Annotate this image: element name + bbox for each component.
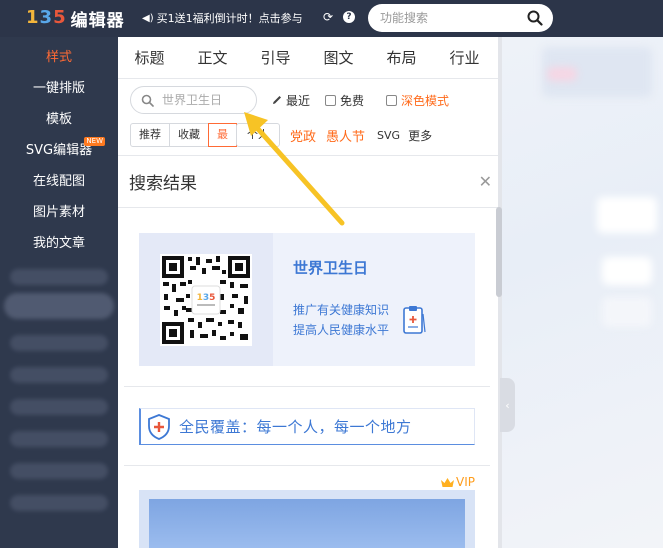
pen-icon [273, 96, 281, 104]
blurred-item [10, 431, 108, 447]
sidebar-item-label: 在线配图 [32, 174, 85, 189]
chip-personal[interactable]: 个人 [236, 123, 280, 147]
blurred-item [10, 269, 108, 285]
card-text: 世界卫生日 推广有关健康知识 提高人民健康水平 [273, 233, 427, 366]
top-header: 135 编辑器 ◀) 买1送1福利倒计时！点击参与 ⟳ ? [0, 0, 663, 37]
filter-chips: 推荐 收藏 最 个人 党政 愚人节 SVG 更多 [130, 123, 492, 147]
slogan-text: 全民覆盖：每一个人，每一个地方 [179, 418, 412, 436]
logo-text: 编辑器 [70, 10, 125, 31]
crown-icon [441, 477, 454, 487]
sidebar-item-image-library[interactable]: 图片素材 [0, 197, 118, 228]
checkbox-box[interactable] [386, 94, 398, 106]
sidebar: 样式 一键排版 模板 SVG编辑器 NEW 在线配图 图片素材 我的文章 [0, 37, 118, 548]
card-lines: 推广有关健康知识 提高人民健康水平 [293, 300, 427, 340]
keyword-april-fools[interactable]: 愚人节 [326, 126, 365, 145]
search-icon [141, 94, 154, 107]
search-icon[interactable] [527, 10, 543, 26]
qr-code: 135 [139, 233, 273, 366]
blurred-content [547, 67, 577, 81]
feature-search-input[interactable] [380, 11, 520, 25]
blurred-item [10, 463, 108, 479]
medical-clipboard-icon [403, 306, 426, 334]
tab-image-text[interactable]: 图文 [307, 47, 370, 68]
checkbox-box[interactable] [325, 94, 337, 106]
style-search-box[interactable] [130, 86, 257, 114]
style-panel: 标题 正文 引导 图文 布局 行业 最近 免费 深色模式 [118, 37, 502, 548]
vip-badge: VIP [440, 475, 475, 489]
sidebar-item-styles[interactable]: 样式 [0, 42, 118, 73]
chip-favorites[interactable]: 收藏 [169, 123, 209, 147]
divider [124, 386, 490, 387]
close-icon[interactable]: ✕ [479, 172, 492, 191]
latest-button[interactable]: 最近 [271, 92, 310, 109]
promo-text: 买1送1福利倒计时！点击参与 [156, 12, 303, 25]
blurred-content [602, 257, 652, 285]
refresh-icon[interactable]: ⟳ [321, 10, 335, 24]
sidebar-item-label: 模板 [45, 112, 72, 127]
more-link[interactable]: 更多 [408, 127, 432, 144]
chip-recommended[interactable]: 推荐 [130, 123, 170, 147]
tab-body[interactable]: 正文 [181, 47, 244, 68]
blurred-item [4, 293, 114, 319]
tab-title[interactable]: 标题 [118, 47, 181, 68]
sidebar-item-label: 一键排版 [32, 81, 85, 96]
blurred-item [10, 495, 108, 511]
logo-mark: 135 [26, 7, 66, 28]
sidebar-item-label: 我的文章 [32, 236, 85, 251]
collapse-panel-handle[interactable]: ‹ [500, 378, 515, 432]
sidebar-item-my-articles[interactable]: 我的文章 [0, 228, 118, 259]
new-badge: NEW [84, 137, 105, 146]
sidebar-item-one-click-layout[interactable]: 一键排版 [0, 73, 118, 104]
results-header: 搜索结果 ✕ [118, 155, 498, 208]
latest-label: 最近 [286, 93, 311, 108]
sidebar-item-label: 样式 [45, 50, 72, 65]
promo-banner[interactable]: ◀) 买1送1福利倒计时！点击参与 [142, 10, 303, 26]
dark-mode-checkbox[interactable]: 深色模式 [386, 92, 449, 109]
card-image [149, 499, 465, 548]
keyword-svg[interactable]: SVG [377, 129, 400, 142]
editor-canvas[interactable] [502, 37, 663, 548]
sidebar-item-svg-editor[interactable]: SVG编辑器 NEW [0, 135, 118, 166]
card-title: 世界卫生日 [293, 259, 369, 277]
vip-label: VIP [456, 475, 475, 489]
tab-layout[interactable]: 布局 [370, 47, 433, 68]
sidebar-item-online-images[interactable]: 在线配图 [0, 166, 118, 197]
free-label: 免费 [340, 93, 365, 108]
card-line-1: 推广有关健康知识 [293, 303, 390, 317]
sidebar-item-templates[interactable]: 模板 [0, 104, 118, 135]
tab-guide[interactable]: 引导 [244, 47, 307, 68]
card-line-2: 提高人民健康水平 [293, 323, 390, 337]
category-tabs: 标题 正文 引导 图文 布局 行业 [118, 37, 498, 79]
filter-row: 最近 免费 深色模式 [130, 85, 492, 115]
sidebar-item-label: SVG编辑器 [25, 143, 93, 158]
feature-search-box[interactable] [368, 4, 553, 32]
free-checkbox[interactable]: 免费 [325, 92, 364, 109]
tab-industry[interactable]: 行业 [433, 47, 496, 68]
results-title: 搜索结果 [129, 174, 197, 194]
style-card-world-health-day[interactable]: 135 世界卫生日 推广有关健康知识 提高人民健康水平 [139, 233, 475, 366]
speaker-icon: ◀) [142, 12, 154, 24]
sidebar-item-label: 图片素材 [32, 205, 85, 220]
style-card-slogan[interactable]: 全民覆盖：每一个人，每一个地方 [139, 408, 475, 445]
qr-code-image: 135 [160, 253, 252, 346]
divider [124, 465, 490, 466]
blurred-content [597, 197, 657, 233]
chip-latest[interactable]: 最 [208, 123, 237, 147]
style-card-image[interactable] [139, 490, 475, 548]
dark-mode-label: 深色模式 [401, 93, 450, 108]
keyword-party[interactable]: 党政 [290, 126, 316, 145]
blurred-item [10, 335, 108, 351]
style-search-input[interactable] [162, 93, 250, 107]
svg-text:135: 135 [197, 293, 216, 303]
logo[interactable]: 135 编辑器 [26, 6, 125, 31]
blurred-content [602, 297, 652, 327]
shield-cross-icon [148, 413, 170, 440]
help-icon[interactable]: ? [342, 10, 356, 24]
blurred-item [10, 367, 108, 383]
blurred-item [10, 399, 108, 415]
